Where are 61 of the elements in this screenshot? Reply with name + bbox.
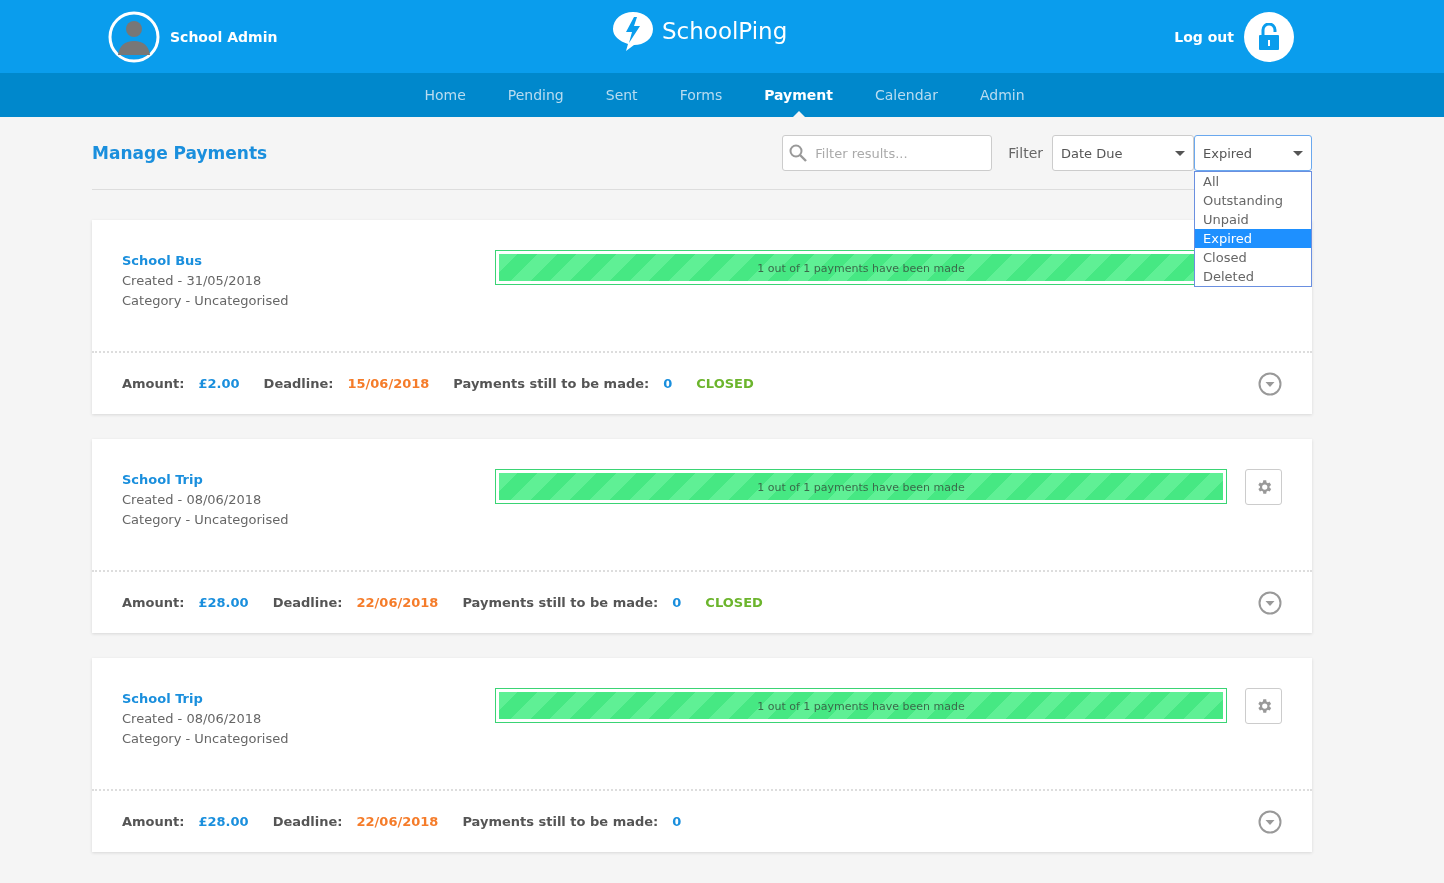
created-date: Created - 08/06/2018 (122, 711, 263, 726)
remaining-label: Payments still to be made: (462, 595, 659, 610)
padlock-icon (1258, 22, 1280, 51)
nav-tab[interactable]: Payment (743, 73, 854, 117)
logout-link[interactable]: Log out (1174, 28, 1234, 45)
category-text: Category - Uncategorised (122, 731, 290, 746)
deadline-value: 15/06/2018 (347, 376, 430, 391)
user-name: School Admin (170, 28, 278, 45)
amount-value: £2.00 (198, 376, 240, 391)
category-text: Category - Uncategorised (122, 293, 290, 308)
remaining-value: 0 (663, 376, 673, 391)
payment-title[interactable]: School Trip (122, 472, 495, 487)
logout-button[interactable] (1244, 11, 1294, 62)
amount-value: £28.00 (198, 814, 249, 829)
remaining-label: Payments still to be made: (453, 376, 650, 391)
nav-tab[interactable]: Home (403, 73, 487, 117)
progress-text: 1 out of 1 payments have been made (756, 700, 966, 713)
amount-label: Amount: (122, 814, 185, 829)
status-text: CLOSED (696, 376, 754, 391)
expand-button[interactable] (1258, 590, 1282, 615)
nav-tab[interactable]: Sent (584, 73, 659, 117)
amount-label: Amount: (122, 376, 185, 391)
progress-text: 1 out of 1 payments have been made (756, 481, 966, 494)
payment-title[interactable]: School Trip (122, 691, 495, 706)
settings-button[interactable] (1245, 469, 1282, 505)
dropdown-option[interactable]: Expired (1195, 229, 1311, 248)
nav-tab[interactable]: Forms (658, 73, 744, 117)
filter-label: Filter (1008, 145, 1043, 161)
deadline-value: 22/06/2018 (356, 595, 439, 610)
payment-title[interactable]: School Bus (122, 253, 495, 268)
created-date: Created - 08/06/2018 (122, 492, 263, 507)
nav-tab[interactable]: Admin (958, 73, 1046, 117)
category-text: Category - Uncategorised (122, 512, 290, 527)
settings-button[interactable] (1245, 688, 1282, 724)
deadline-label: Deadline: (272, 814, 343, 829)
sort-select[interactable]: Date Due (1052, 135, 1194, 171)
expand-button[interactable] (1258, 371, 1282, 396)
caret-icon (1293, 150, 1303, 156)
chevron-down-icon (1258, 809, 1282, 834)
amount-value: £28.00 (198, 595, 249, 610)
search-field[interactable]: Filter results... (782, 135, 993, 171)
remaining-label: Payments still to be made: (462, 814, 659, 829)
progress-text: 1 out of 1 payments have been made (756, 262, 966, 275)
nav-tab[interactable]: Calendar (853, 73, 959, 117)
amount-label: Amount: (122, 595, 185, 610)
remaining-value: 0 (672, 814, 682, 829)
page-title: Manage Payments (92, 143, 269, 163)
deadline-value: 22/06/2018 (356, 814, 439, 829)
created-date: Created - 31/05/2018 (122, 273, 263, 288)
chevron-down-icon (1258, 590, 1282, 615)
caret-icon (1175, 150, 1185, 156)
logo-icon (612, 11, 654, 51)
avatar-icon (108, 10, 160, 63)
status-text: CLOSED (705, 595, 763, 610)
deadline-label: Deadline: (272, 595, 343, 610)
expand-button[interactable] (1258, 809, 1282, 834)
nav-tab[interactable]: Pending (486, 73, 585, 117)
chevron-down-icon (1258, 371, 1282, 396)
brand-name: SchoolPing (662, 18, 788, 44)
deadline-label: Deadline: (263, 376, 334, 391)
remaining-value: 0 (672, 595, 682, 610)
